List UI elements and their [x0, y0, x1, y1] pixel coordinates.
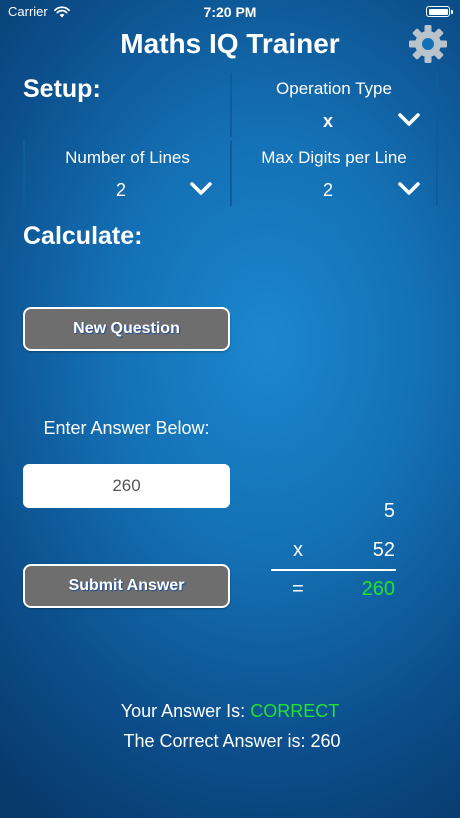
operation-type-value: x [322, 111, 333, 131]
problem-result: 260 [361, 578, 395, 600]
problem-line-1: 5 [383, 500, 395, 522]
chevron-down-icon[interactable] [398, 113, 420, 127]
app-title: Maths IQ Trainer [120, 28, 340, 59]
sum-line [271, 569, 396, 571]
submit-answer-button[interactable]: Submit Answer [23, 564, 230, 608]
divider [436, 140, 438, 206]
operator-symbol: x [293, 539, 303, 561]
gear-icon[interactable] [407, 23, 449, 65]
your-answer-line: Your Answer Is: CORRECT [0, 701, 460, 722]
setup-heading: Setup: [23, 75, 101, 103]
new-question-button[interactable]: New Question [23, 307, 230, 351]
problem-line-2: 52 [372, 539, 395, 561]
answer-input[interactable]: 260 [23, 464, 230, 508]
your-answer-prefix: Your Answer Is: [120, 701, 246, 721]
equals-symbol: = [292, 578, 304, 600]
operation-type-picker[interactable]: Operation Type x [232, 73, 436, 137]
your-answer-status: CORRECT [250, 701, 340, 721]
calculate-heading: Calculate: [23, 222, 143, 250]
battery-icon [426, 6, 453, 17]
enter-answer-label: Enter Answer Below: [43, 418, 210, 438]
max-digits-label: Max Digits per Line [261, 148, 407, 167]
status-bar: Carrier 7:20 PM [0, 0, 460, 24]
chevron-down-icon[interactable] [398, 182, 420, 196]
operation-type-label: Operation Type [276, 79, 392, 98]
max-digits-value: 2 [322, 180, 333, 200]
max-digits-picker[interactable]: Max Digits per Line 2 [232, 140, 436, 206]
number-of-lines-value: 2 [115, 180, 126, 200]
number-of-lines-picker[interactable]: Number of Lines 2 [25, 140, 230, 206]
number-of-lines-label: Number of Lines [65, 148, 190, 167]
divider [436, 73, 438, 137]
chevron-down-icon[interactable] [190, 182, 212, 196]
correct-answer-text: The Correct Answer is: 260 [123, 731, 341, 751]
status-time: 7:20 PM [203, 4, 257, 20]
